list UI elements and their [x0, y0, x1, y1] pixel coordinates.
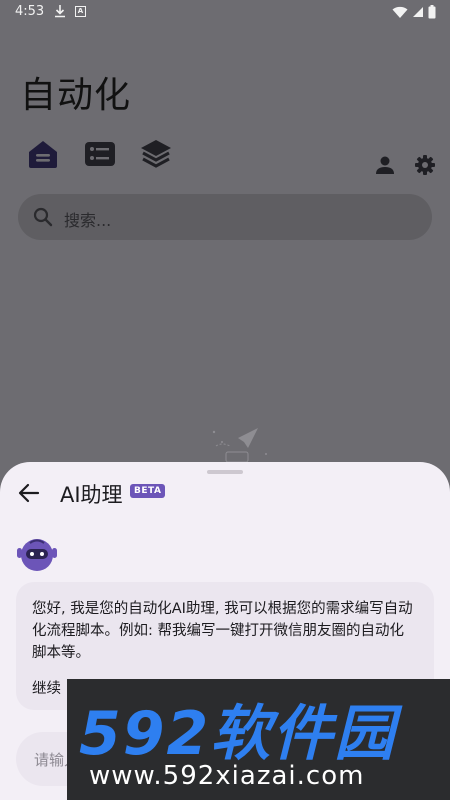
search-placeholder: 搜索... [64, 211, 112, 230]
watermark-logo: 592软件园 [79, 699, 397, 769]
assistant-message-text: 您好, 我是您的自动化AI助理, 我可以根据您的需求编写自动化流程脚本。例如: … [32, 601, 413, 661]
status-bar: 4:53 A [0, 0, 450, 24]
beta-badge: BETA [130, 484, 166, 498]
wifi-icon [392, 6, 408, 18]
settings-icon[interactable] [414, 154, 436, 176]
list-icon[interactable] [83, 137, 117, 171]
status-time: 4:53 [15, 4, 45, 19]
battery-icon [428, 5, 436, 19]
notification-a-icon: A [75, 6, 86, 17]
watermark-url: www.592xiazai.com [89, 761, 365, 791]
paper-plane-illustration-icon [212, 428, 267, 463]
account-icon[interactable] [374, 154, 396, 176]
back-arrow-icon[interactable] [16, 480, 42, 506]
search-bar[interactable]: 搜索... [18, 194, 432, 240]
robot-avatar-icon [17, 539, 57, 571]
page-title: 自动化 [20, 75, 132, 116]
sheet-title: AI助理 [60, 483, 123, 507]
status-indicators [392, 5, 436, 19]
layers-icon[interactable] [139, 137, 173, 171]
site-watermark: 592软件园 www.592xiazai.com [67, 679, 450, 800]
home-icon[interactable] [26, 137, 60, 171]
search-icon [33, 207, 53, 227]
drag-handle[interactable] [207, 470, 243, 474]
download-icon [55, 5, 65, 18]
signal-icon [413, 7, 423, 17]
